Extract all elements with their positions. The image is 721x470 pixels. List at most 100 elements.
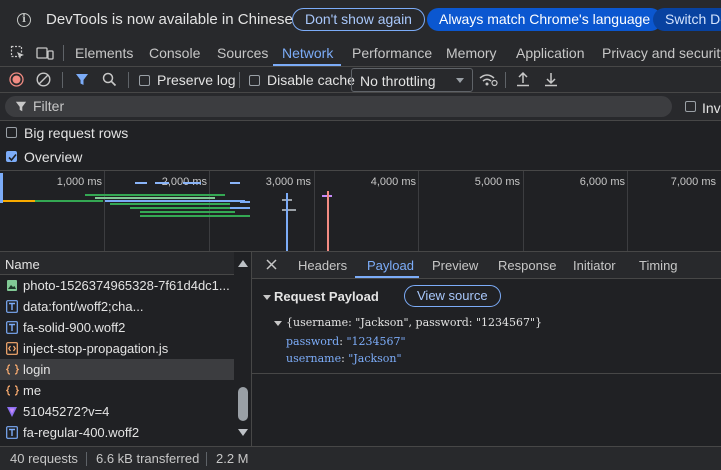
- info-icon: i: [17, 12, 31, 27]
- device-toolbar-icon[interactable]: [36, 45, 54, 61]
- scroll-down-icon[interactable]: [238, 429, 248, 436]
- overview-checkbox[interactable]: [6, 151, 17, 162]
- stop-recording-icon[interactable]: [9, 72, 24, 87]
- font-icon: [6, 321, 18, 334]
- request-row[interactable]: photo-1526374965328-7f61d4dc1...: [0, 275, 234, 296]
- request-list-scrollbar[interactable]: [234, 252, 251, 446]
- big-request-rows-checkbox[interactable]: [6, 127, 17, 138]
- toolbar-divider: [62, 72, 63, 88]
- big-request-rows-option: Big request rows: [0, 121, 721, 145]
- request-row[interactable]: 51045272?v=4: [0, 401, 234, 422]
- export-har-icon[interactable]: [544, 71, 558, 87]
- toolbar-divider: [239, 72, 240, 88]
- property-key: username: [286, 352, 342, 365]
- tab-timing[interactable]: Timing: [639, 258, 678, 273]
- tab-network[interactable]: Network: [282, 39, 333, 66]
- scroll-up-icon[interactable]: [238, 260, 248, 267]
- property-value: "1234567": [346, 335, 406, 348]
- tab-memory[interactable]: Memory: [446, 39, 497, 66]
- scrollbar-thumb[interactable]: [238, 387, 248, 421]
- tab-application[interactable]: Application: [516, 39, 585, 66]
- tab-headers[interactable]: Headers: [298, 258, 347, 273]
- network-conditions-icon[interactable]: [478, 72, 498, 87]
- request-payload-title[interactable]: Request Payload: [274, 289, 379, 304]
- request-name: inject-stop-propagation.js: [23, 341, 169, 356]
- switch-language-button[interactable]: Switch Dev: [653, 8, 721, 31]
- preserve-log-label: Preserve log: [157, 72, 236, 88]
- request-row[interactable]: fa-solid-900.woff2: [0, 317, 234, 338]
- fetch-icon: [6, 363, 19, 376]
- overview-option: Overview: [0, 145, 721, 169]
- fetch-icon: [6, 384, 19, 397]
- request-row[interactable]: login: [0, 359, 234, 380]
- devtools-tabbar: Elements Console Sources Network Perform…: [0, 39, 721, 67]
- font-icon: [6, 300, 18, 313]
- invert-label: Inv: [702, 100, 721, 116]
- tab-console[interactable]: Console: [149, 39, 200, 66]
- tab-initiator[interactable]: Initiator: [573, 258, 616, 273]
- chevron-down-icon: [456, 78, 464, 83]
- expand-object-icon[interactable]: [274, 321, 282, 326]
- clear-icon[interactable]: [36, 72, 51, 87]
- throttling-select[interactable]: No throttling: [351, 68, 473, 92]
- tab-response[interactable]: Response: [498, 258, 557, 273]
- request-row[interactable]: fa-regular-400.woff2: [0, 422, 234, 443]
- view-source-button[interactable]: View source: [404, 285, 501, 307]
- timeline-waterfall: [0, 173, 332, 251]
- filter-icon: [15, 100, 27, 113]
- request-name: photo-1526374965328-7f61d4dc1...: [23, 278, 230, 293]
- active-tab-indicator: [273, 64, 341, 66]
- disable-cache-checkbox[interactable]: [249, 75, 260, 86]
- filter-input[interactable]: Filter: [5, 96, 672, 117]
- request-count: 40 requests: [10, 451, 78, 466]
- overview-label: Overview: [24, 149, 83, 165]
- import-har-icon[interactable]: [516, 71, 530, 87]
- tab-payload[interactable]: Payload: [367, 258, 414, 273]
- toolbar-divider: [505, 72, 506, 88]
- search-icon[interactable]: [102, 72, 117, 87]
- preserve-log-checkbox[interactable]: [139, 75, 150, 86]
- tab-privacy-security[interactable]: Privacy and security: [602, 39, 721, 66]
- collapse-triangle-icon[interactable]: [263, 295, 271, 300]
- name-column-header[interactable]: Name: [0, 252, 251, 275]
- request-name: fa-regular-400.woff2: [23, 425, 140, 440]
- invert-checkbox[interactable]: [685, 101, 696, 112]
- tab-preview[interactable]: Preview: [432, 258, 478, 273]
- filter-row: Filter Inv: [0, 93, 721, 121]
- filter-icon[interactable]: [75, 72, 89, 87]
- throttling-value: No throttling: [360, 73, 436, 89]
- dont-show-again-button[interactable]: Don't show again: [292, 8, 425, 31]
- tab-performance[interactable]: Performance: [352, 39, 432, 66]
- image-icon: [6, 405, 18, 418]
- tab-sources[interactable]: Sources: [217, 39, 268, 66]
- request-name: 51045272?v=4: [23, 404, 110, 419]
- request-row[interactable]: me: [0, 380, 234, 401]
- image-icon: [6, 279, 18, 292]
- request-name: me: [23, 383, 42, 398]
- section-divider: [252, 373, 721, 374]
- payload-property: username: "Jackson": [286, 352, 402, 365]
- request-name: login: [23, 362, 51, 377]
- property-key: password: [286, 335, 340, 348]
- detail-tabbar: Headers Payload Preview Response Initiat…: [252, 252, 721, 279]
- tab-elements[interactable]: Elements: [75, 39, 133, 66]
- filter-placeholder: Filter: [33, 98, 65, 114]
- network-overview-timeline[interactable]: 1,000 ms 2,000 ms 3,000 ms 4,000 ms 5,00…: [0, 170, 721, 252]
- request-row[interactable]: data:font/woff2;cha...: [0, 296, 234, 317]
- request-detail-pane: Headers Payload Preview Response Initiat…: [252, 252, 721, 446]
- inspect-element-icon[interactable]: [10, 45, 26, 61]
- language-infobar: i DevTools is now available in Chinese D…: [0, 0, 721, 39]
- big-request-rows-label: Big request rows: [24, 125, 129, 141]
- status-divider: [206, 452, 207, 466]
- payload-summary[interactable]: {username: "Jackson", password: "1234567…: [286, 316, 542, 329]
- resources-size: 2.2 M: [216, 451, 249, 466]
- match-language-button[interactable]: Always match Chrome's language: [427, 8, 663, 31]
- property-value: "Jackson": [348, 352, 402, 365]
- script-icon: [6, 342, 18, 355]
- request-list: Name photo-1526374965328-7f61d4dc1... da…: [0, 252, 252, 446]
- toolbar-divider: [63, 45, 64, 61]
- name-column-label: Name: [5, 257, 40, 272]
- request-row[interactable]: inject-stop-propagation.js: [0, 338, 234, 359]
- close-icon[interactable]: [265, 258, 278, 271]
- toolbar-divider: [128, 72, 129, 88]
